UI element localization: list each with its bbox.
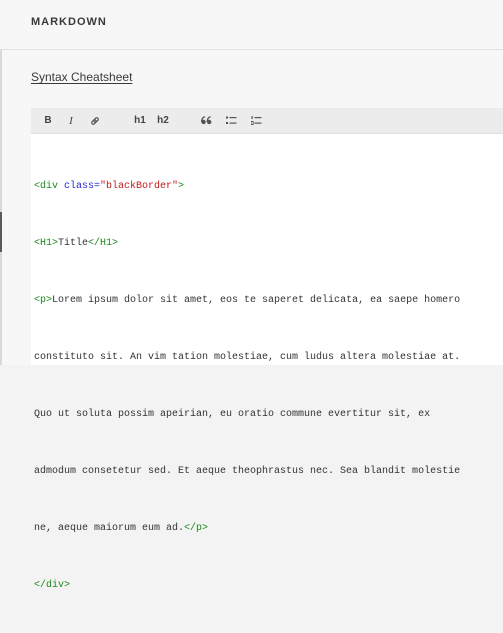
p-close-tag: </p> [184, 523, 209, 534]
p-open-tag: <p> [34, 295, 53, 306]
left-border-marker [0, 212, 2, 252]
code-line: </div> [34, 576, 500, 595]
markdown-panel: MARKDOWN Syntax Cheatsheet B I h1 h2 <di… [0, 0, 503, 591]
h1-text: Title [58, 238, 89, 249]
paragraph-text: ne, aeque maiorum eum ad. [34, 523, 185, 534]
italic-label: I [69, 114, 73, 127]
panel-header: MARKDOWN [0, 0, 503, 50]
code-line: admodum consetetur sed. Et aeque theophr… [34, 462, 500, 481]
code-line: ne, aeque maiorum eum ad.</p> [34, 519, 500, 538]
h2-label: h2 [157, 115, 169, 126]
ordered-list-button[interactable] [249, 108, 263, 133]
ordered-list-icon [250, 116, 261, 125]
class-attribute: class= [64, 181, 101, 192]
div-open-tag: <div [34, 181, 65, 192]
h1-open-tag: <H1> [34, 238, 59, 249]
h2-button[interactable]: h2 [154, 108, 172, 133]
syntax-cheatsheet-link[interactable]: Syntax Cheatsheet [31, 70, 132, 84]
quote-icon [200, 116, 211, 125]
code-line: constituto sit. An vim tation molestiae,… [34, 348, 500, 367]
code-line: Quo ut soluta possim apeirian, eu oratio… [34, 405, 500, 424]
code-line: <div class="blackBorder"> [34, 177, 500, 196]
paragraph-text: constituto sit. An vim tation molestiae,… [34, 352, 461, 363]
h1-button[interactable]: h1 [131, 108, 149, 133]
code-line: <H1>Title</H1> [34, 234, 500, 253]
markdown-editor[interactable]: <div class="blackBorder"> <H1>Title</H1>… [31, 134, 503, 591]
unordered-list-icon [225, 116, 236, 124]
paragraph-text: Quo ut soluta possim apeirian, eu oratio… [34, 409, 431, 420]
div-open-tag-close: > [178, 181, 185, 192]
panel-title: MARKDOWN [31, 16, 107, 28]
italic-button[interactable]: I [64, 108, 78, 133]
bold-label: B [44, 115, 52, 126]
code-line: <p>Lorem ipsum dolor sit amet, eos te sa… [34, 291, 500, 310]
link-button[interactable] [88, 108, 102, 133]
editor-toolbar: B I h1 h2 [31, 108, 503, 134]
class-value: "blackBorder" [100, 181, 179, 192]
editor-content: <div class="blackBorder"> <H1>Title</H1>… [34, 139, 500, 633]
paragraph-text: Lorem ipsum dolor sit amet, eos te saper… [52, 295, 461, 306]
div-close-tag: </div> [34, 580, 71, 591]
bold-button[interactable]: B [41, 108, 55, 133]
unordered-list-button[interactable] [224, 108, 238, 133]
paragraph-text: admodum consetetur sed. Et aeque theophr… [34, 466, 461, 477]
quote-button[interactable] [199, 108, 213, 133]
left-border [0, 0, 2, 365]
h1-close-tag: </H1> [88, 238, 119, 249]
link-icon [91, 116, 99, 125]
h1-label: h1 [134, 115, 146, 126]
